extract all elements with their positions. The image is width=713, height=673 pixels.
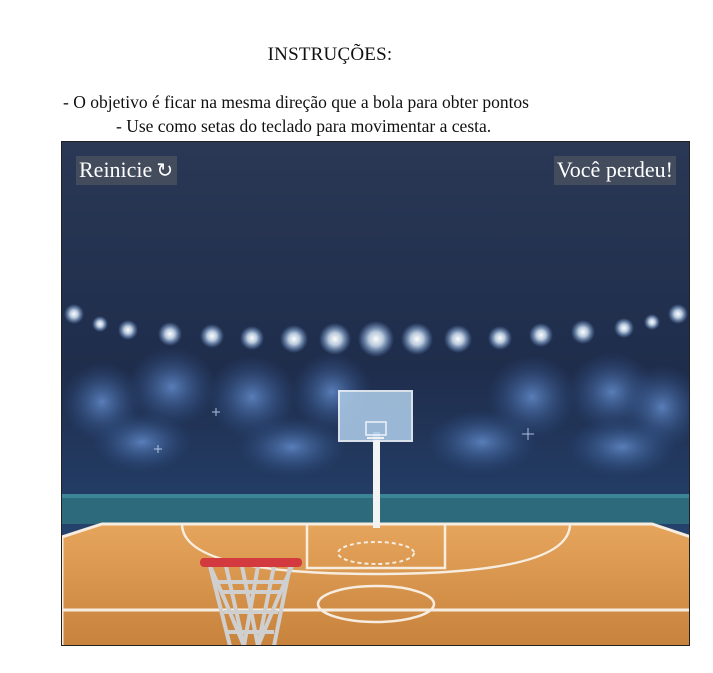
- game-status: Você perdeu!: [553, 156, 676, 185]
- restart-button[interactable]: Reinicie ↻: [76, 156, 178, 185]
- instructions-title: INSTRUÇÕES:: [267, 44, 393, 65]
- instruction-controls: - Use como setas do teclado para movimen…: [116, 116, 492, 136]
- court: [62, 522, 689, 645]
- basket-net: [208, 565, 294, 645]
- basket[interactable]: [196, 552, 306, 646]
- instruction-objective: - O objetivo é ficar na mesma direção qu…: [63, 92, 529, 112]
- game-canvas[interactable]: Reinicie ↻ Você perdeu!: [61, 141, 690, 646]
- refresh-icon: ↻: [156, 158, 174, 182]
- restart-label: Reinicie: [79, 157, 153, 182]
- basket-rim: [200, 558, 302, 567]
- arena-background: [62, 142, 689, 645]
